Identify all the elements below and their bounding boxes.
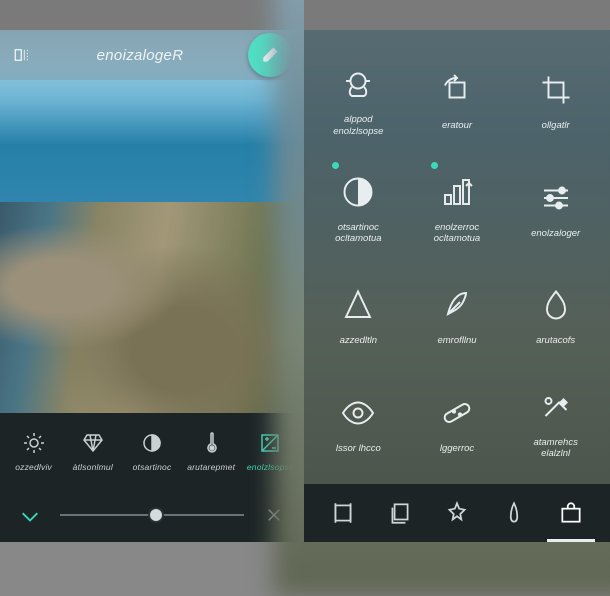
header-title: enoizalogeR — [97, 47, 184, 64]
auto-contrast-icon — [338, 172, 378, 212]
grid-label: lssor lhcco — [336, 443, 381, 454]
slider-bar — [0, 488, 304, 542]
sharpen-icon — [338, 285, 378, 325]
crop-icon — [536, 70, 576, 110]
diamond-icon — [80, 430, 106, 456]
grid-doppia-esposizione[interactable]: alppod enolzlsopse — [312, 50, 405, 152]
grid-correzione-auto[interactable]: enolzerroc ocltamotua — [411, 158, 504, 260]
grid-regolazione[interactable]: enolzaloger — [509, 158, 602, 260]
nav-frames-icon[interactable] — [329, 499, 357, 527]
splash-icon — [536, 387, 576, 427]
photo-canvas[interactable]: enoizalogeR — [0, 30, 304, 413]
bottom-nav — [304, 484, 610, 542]
grid-contrasto-auto[interactable]: otsartinoc ocltamotua — [312, 158, 405, 260]
compare-icon[interactable] — [12, 45, 32, 65]
grid-schermata-iniziale[interactable]: atamrehcs elalzlnl — [509, 373, 602, 475]
nav-tools-icon[interactable] — [557, 499, 585, 527]
nav-brush-icon[interactable] — [500, 499, 528, 527]
indicator-dot — [332, 162, 339, 169]
grid-label: ollgatlr — [542, 120, 570, 131]
grid-label: enolzaloger — [531, 228, 580, 239]
adjustment-slider[interactable] — [60, 505, 244, 525]
thermometer-icon — [198, 430, 224, 456]
status-bar — [304, 0, 610, 30]
grid-correggi[interactable]: lggerroc — [411, 373, 504, 475]
grid-uniforme[interactable]: emrofllnu — [411, 265, 504, 367]
bandage-icon — [437, 393, 477, 433]
grid-ruotare[interactable]: eratour — [411, 50, 504, 152]
grid-nitidezza[interactable]: azzedltln — [312, 265, 405, 367]
tools-menu-panel: alppod enolzlsopse eratour ollgatlr otsa… — [304, 0, 610, 542]
grid-label: azzedltln — [340, 335, 378, 346]
rotate-icon — [437, 70, 477, 110]
blur-icon — [536, 285, 576, 325]
tool-contrasto[interactable]: otsartinoc — [122, 430, 181, 472]
sun-icon — [21, 430, 47, 456]
grid-label: otsartinoc ocltamotua — [335, 222, 381, 245]
double-exposure-icon — [338, 64, 378, 104]
indicator-dot — [431, 162, 438, 169]
tool-label: ozzedlviv — [15, 462, 52, 472]
nav-effects-icon[interactable] — [443, 499, 471, 527]
tool-label: arutarepmet — [187, 462, 235, 472]
grid-label: alppod enolzlsopse — [333, 114, 383, 137]
editor-header: enoizalogeR — [0, 30, 304, 80]
grid-label: atamrehcs elalzlnl — [533, 437, 577, 460]
nav-layers-icon[interactable] — [386, 499, 414, 527]
auto-fix-icon — [437, 172, 477, 212]
grid-sfocatura[interactable]: arutacofs — [509, 265, 602, 367]
feather-icon — [437, 285, 477, 325]
grid-label: lggerroc — [440, 443, 474, 454]
tool-temperatura[interactable]: arutarepmet — [182, 430, 241, 472]
grid-ritaglio[interactable]: ollgatlr — [509, 50, 602, 152]
grid-label: emrofllnu — [437, 335, 476, 346]
tool-label: àtlsonlmul — [73, 462, 113, 472]
tool-vividezza[interactable]: ozzedlviv — [4, 430, 63, 472]
tools-grid: alppod enolzlsopse eratour ollgatlr otsa… — [304, 30, 610, 484]
editor-panel: enoizalogeR ozzedlviv àtlsonlmul otsarti… — [0, 0, 304, 542]
slider-thumb[interactable] — [148, 507, 164, 523]
grid-label: eratour — [442, 120, 472, 131]
confirm-icon[interactable] — [18, 503, 42, 527]
eye-icon — [338, 393, 378, 433]
grid-label: enolzerroc ocltamotua — [434, 222, 480, 245]
tool-label: otsartinoc — [133, 462, 172, 472]
grid-occhi-rossi[interactable]: lssor lhcco — [312, 373, 405, 475]
contrast-icon — [139, 430, 165, 456]
sliders-icon — [536, 178, 576, 218]
grid-label: arutacofs — [536, 335, 575, 346]
status-bar — [0, 0, 304, 30]
tool-luminosita[interactable]: àtlsonlmul — [63, 430, 122, 472]
adjustment-toolbar: ozzedlviv àtlsonlmul otsartinoc arutarep… — [0, 413, 304, 488]
